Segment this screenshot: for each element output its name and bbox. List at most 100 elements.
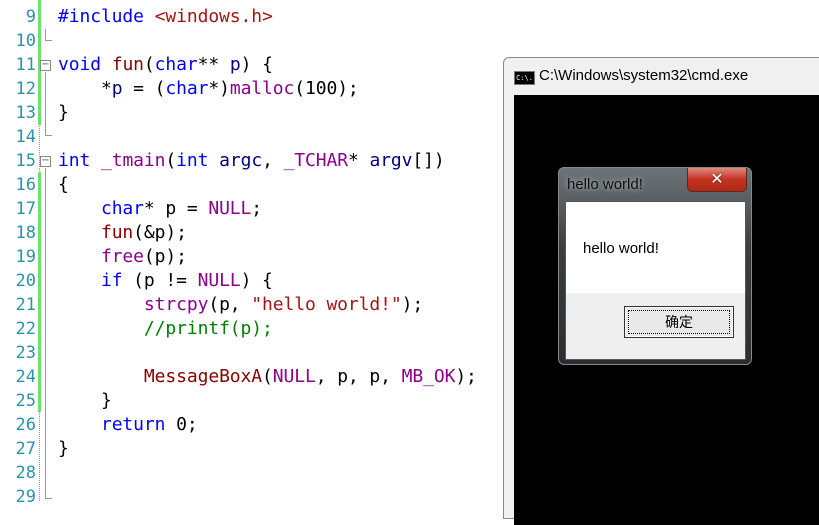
dialog-footer: 确定 (566, 293, 745, 359)
change-bar (38, 172, 41, 412)
code-token: strcpy (143, 294, 209, 315)
code-token: * (58, 78, 112, 99)
collapse-icon[interactable]: − (40, 156, 51, 167)
ok-button[interactable]: 确定 (624, 306, 734, 338)
code-token: fun (111, 54, 144, 75)
code-token: MB_OK (401, 366, 456, 387)
collapse-icon[interactable]: − (40, 60, 51, 71)
code-token: int (58, 150, 91, 171)
line-number: 16 (15, 175, 36, 195)
code-token: int (176, 150, 209, 171)
outline-end (45, 29, 52, 41)
code-token: "hello world!" (251, 294, 402, 315)
code-line: #include <windows.h> (58, 5, 273, 29)
code-token: (p != (122, 270, 198, 291)
line-number: 11 (15, 55, 36, 75)
code-token: ; (251, 198, 263, 219)
line-number: 9 (25, 7, 36, 27)
line-number: 22 (15, 319, 36, 339)
line-number: 14 (15, 127, 36, 147)
window-title: C:\Windows\system32\cmd.exe (539, 67, 749, 84)
dialog-message: hello world! (583, 240, 659, 257)
code-token: _tmain (100, 150, 166, 171)
code-token: free (100, 246, 144, 267)
code-token: , p, p, (315, 366, 402, 387)
close-button[interactable]: ✕ (687, 168, 747, 192)
dialog-title: hello world! (567, 176, 643, 193)
code-line: { (58, 173, 69, 197)
code-token: []) (412, 150, 445, 171)
code-token: *) (208, 78, 230, 99)
code-token: = ( (122, 78, 166, 99)
line-number: 15 (15, 151, 36, 171)
code-token: 0; (165, 414, 198, 435)
code-token: argc (219, 150, 263, 171)
code-token: argv (369, 150, 413, 171)
code-token: char (154, 54, 198, 75)
code-line: MessageBoxA(NULL, p, p, MB_OK); (58, 365, 477, 389)
code-token: ** (197, 54, 230, 75)
code-line: char* p = NULL; (58, 197, 262, 221)
code-token: (p, (208, 294, 252, 315)
code-token: (p); (143, 246, 187, 267)
code-token: char (100, 198, 144, 219)
code-line: void fun(char** p) { (58, 53, 273, 77)
code-token: (&p); (133, 222, 187, 243)
outline-end (45, 168, 52, 499)
code-token: , (262, 150, 284, 171)
code-token: * p = (143, 198, 209, 219)
code-token: ( (143, 54, 155, 75)
line-number: 24 (15, 367, 36, 387)
code-token: //printf(p); (143, 318, 273, 339)
code-token: NULL (197, 270, 241, 291)
code-line: if (p != NULL) { (58, 269, 273, 293)
code-token: p (111, 78, 123, 99)
code-token: return (100, 414, 166, 435)
code-line: return 0; (58, 413, 198, 437)
line-number: 25 (15, 391, 36, 411)
line-number: 12 (15, 79, 36, 99)
line-number: 28 (15, 463, 36, 483)
line-number: 17 (15, 199, 36, 219)
code-token: { (58, 174, 69, 195)
code-token: ( (262, 366, 273, 387)
ok-button-label: 确定 (628, 310, 730, 334)
code-line: } (58, 101, 69, 125)
line-number: 27 (15, 439, 36, 459)
code-token: <windows.h> (154, 6, 273, 27)
code-line: //printf(p); (58, 317, 273, 341)
code-token: ) { (240, 54, 273, 75)
code-token: MessageBoxA (143, 366, 263, 387)
code-line: *p = (char*)malloc(100); (58, 77, 359, 101)
code-line: free(p); (58, 245, 187, 269)
code-token: if (100, 270, 123, 291)
code-token: void (58, 54, 101, 75)
outline-end (45, 72, 52, 136)
code-token: _TCHAR (283, 150, 349, 171)
message-box[interactable]: hello world! ✕ hello world! 确定 (558, 167, 752, 365)
code-token: fun (100, 222, 134, 243)
code-line: strcpy(p, "hello world!"); (58, 293, 423, 317)
code-line: } (58, 437, 69, 461)
code-line: } (58, 389, 112, 413)
code-token: char (165, 78, 209, 99)
code-token: NULL (272, 366, 316, 387)
dialog-body: hello world! 确定 (565, 201, 746, 360)
code-token: (100); (294, 78, 359, 99)
code-token: p (229, 54, 241, 75)
line-number: 23 (15, 343, 36, 363)
code-token: ); (401, 294, 424, 315)
line-number: 29 (15, 487, 36, 507)
code-token: NULL (208, 198, 252, 219)
